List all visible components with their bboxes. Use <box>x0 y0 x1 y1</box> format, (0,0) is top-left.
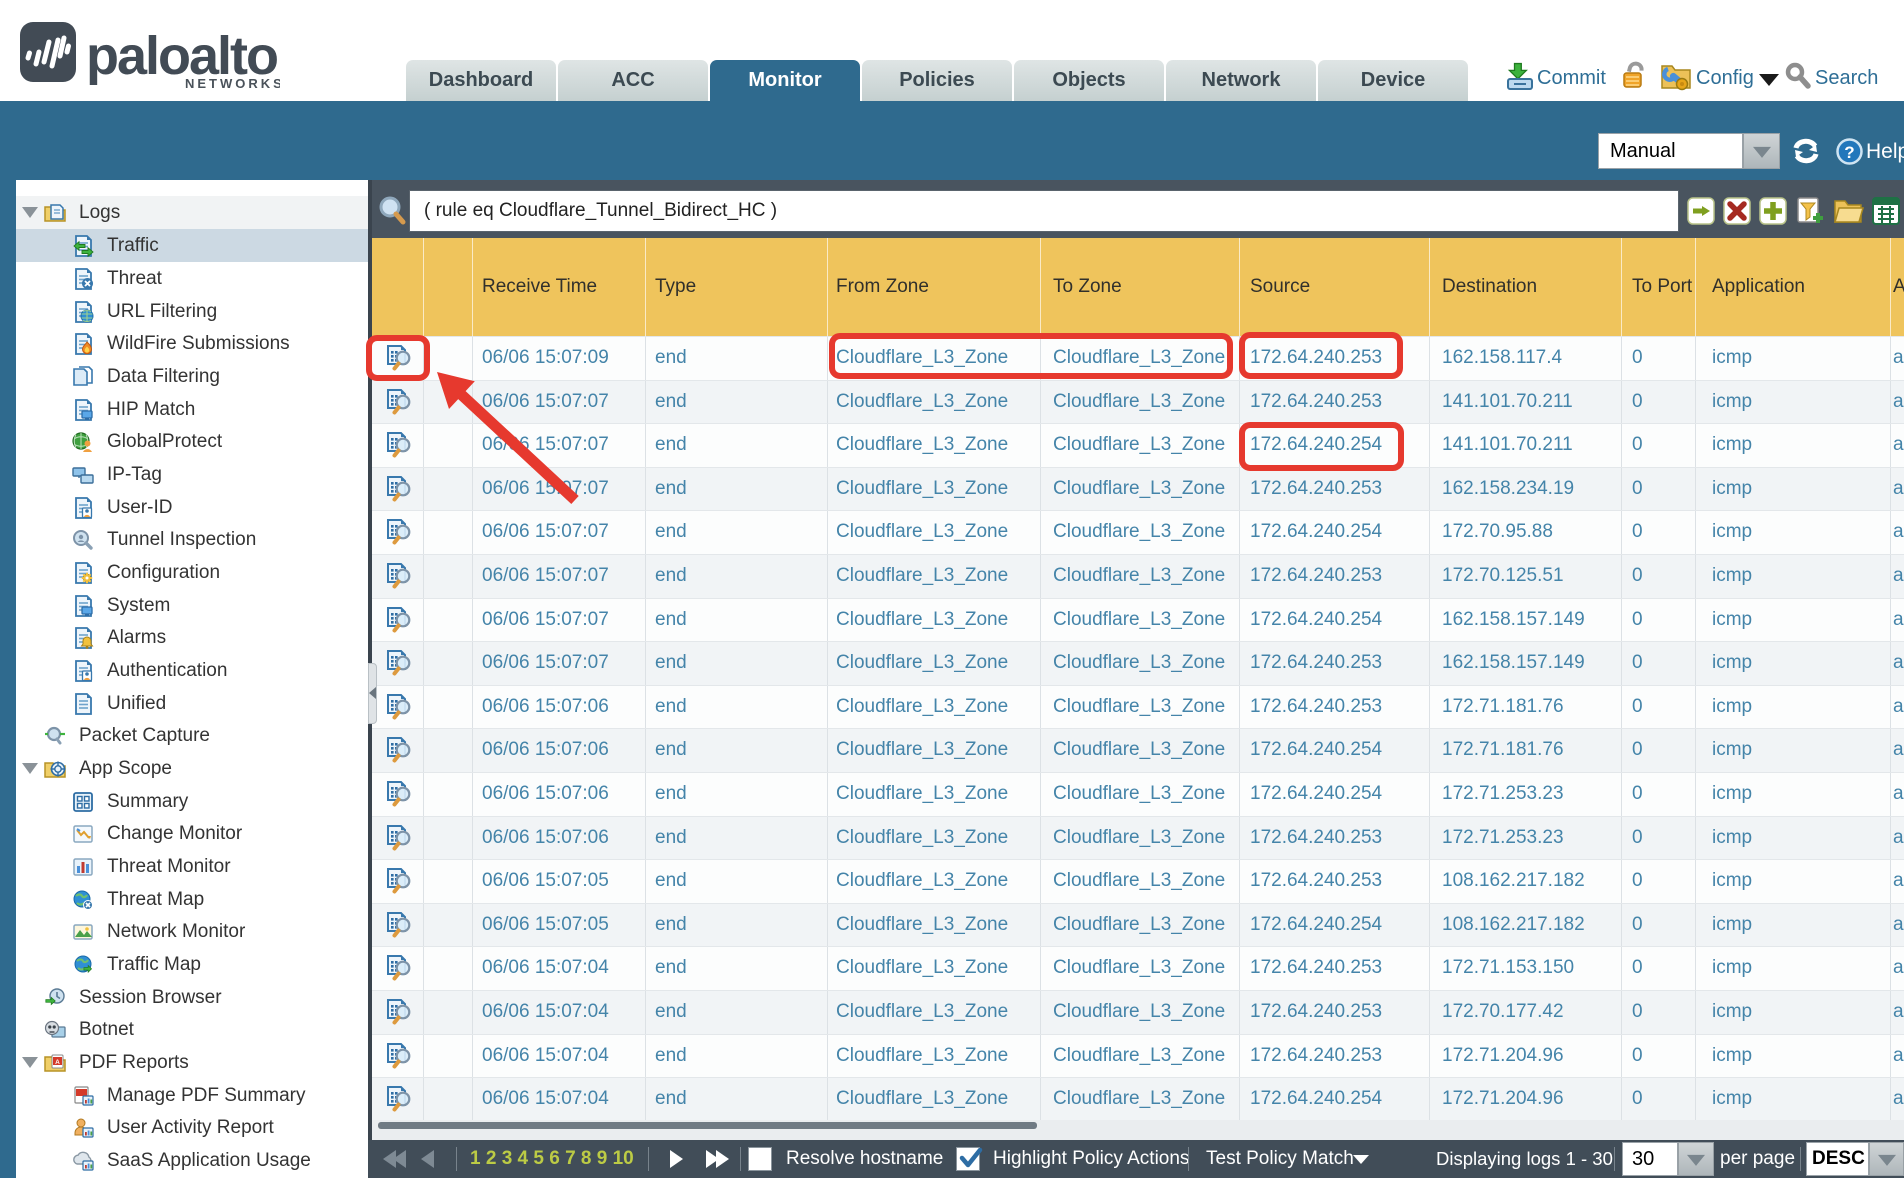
svg-text:A: A <box>55 1059 60 1066</box>
svg-text:NETWORKS®: NETWORKS® <box>185 76 280 90</box>
svg-text:?: ? <box>1844 143 1854 162</box>
